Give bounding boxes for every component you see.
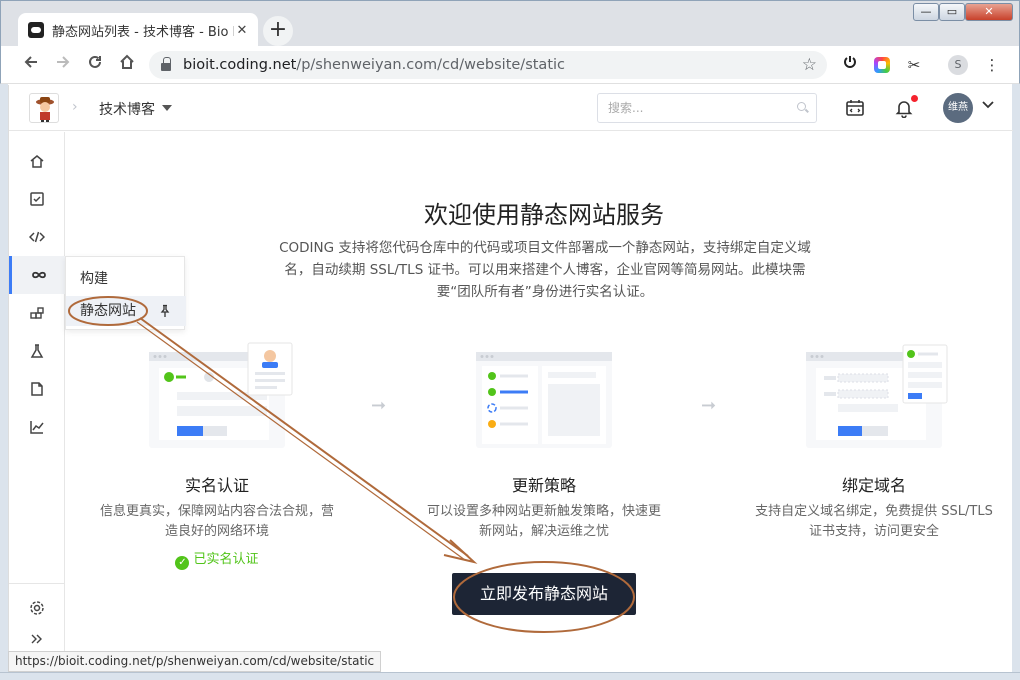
page-description: CODING 支持将您代码仓库中的代码或项目文件部署成一个静态网站，支持绑定自定… bbox=[279, 240, 811, 300]
feature-card-update-strategy: 更新策略 可以设置多种网站更新触发策略，快速更新网站，解决运维之忧 bbox=[424, 350, 664, 542]
cubes-icon bbox=[30, 307, 44, 319]
check-circle-icon: ✓ bbox=[175, 556, 190, 570]
flyout-item-static-website[interactable]: 静态网站 bbox=[66, 296, 186, 326]
sidebar-item-cd[interactable] bbox=[9, 256, 65, 294]
feature-card-verification: 实名认证 信息更真实，保障网站内容合法合规，营造良好的网络环境 ✓ 已实名认证 bbox=[97, 342, 337, 570]
chevron-down-icon[interactable] bbox=[981, 97, 995, 115]
forward-arrow-icon[interactable] bbox=[51, 53, 75, 77]
color-picker-extension-icon[interactable] bbox=[874, 57, 890, 73]
arrow-right-icon: ➞ bbox=[701, 395, 717, 416]
verified-status: ✓ 已实名认证 bbox=[97, 548, 337, 570]
verified-label: 已实名认证 bbox=[193, 552, 259, 567]
home-nav-icon bbox=[30, 155, 44, 168]
browser-tab[interactable]: 静态网站列表 - 技术博客 - Bio IT ✕ bbox=[18, 13, 258, 47]
power-extension-icon[interactable] bbox=[839, 54, 861, 76]
card-description: 信息更真实，保障网站内容合法合规，营造良好的网络环境 bbox=[99, 504, 334, 539]
search-icon bbox=[797, 102, 806, 111]
arrow-right-icon: ➞ bbox=[371, 395, 387, 416]
document-icon bbox=[31, 382, 43, 396]
feature-card-bind-domain: 绑定域名 支持自定义域名绑定，免费提供 SSL/TLS证书支持，访问更安全 bbox=[754, 344, 994, 542]
project-selector[interactable]: 技术博客 bbox=[99, 99, 155, 119]
card-description: 支持自定义域名绑定，免费提供 SSL/TLS证书支持，访问更安全 bbox=[755, 504, 993, 539]
sidebar-item-code[interactable] bbox=[9, 218, 65, 256]
lock-icon bbox=[161, 57, 171, 71]
window-close-button[interactable]: ✕ bbox=[965, 3, 1013, 21]
window-frame-left bbox=[0, 84, 8, 672]
card-description: 可以设置多种网站更新触发策略，快速更新网站，解决运维之忧 bbox=[426, 504, 661, 539]
infinity-icon bbox=[31, 271, 46, 279]
code-icon bbox=[29, 231, 45, 243]
gear-icon bbox=[30, 601, 44, 615]
browser-menu-icon[interactable]: ⋮ bbox=[981, 54, 1003, 76]
bell-icon[interactable] bbox=[894, 98, 914, 119]
sidebar-item-artifacts[interactable] bbox=[9, 294, 65, 332]
card-title: 绑定域名 bbox=[841, 476, 906, 495]
sidebar-item-settings[interactable] bbox=[9, 589, 65, 627]
verification-illustration bbox=[147, 342, 293, 450]
left-sidebar bbox=[9, 132, 65, 671]
bookmark-star-icon[interactable]: ☆ bbox=[802, 55, 817, 75]
checkbox-icon bbox=[30, 192, 44, 206]
reload-icon[interactable] bbox=[83, 53, 107, 77]
calendar-icon[interactable] bbox=[845, 98, 865, 118]
browser-toolbar: bioit.coding.net/p/shenweiyan.com/cd/web… bbox=[0, 46, 1020, 84]
window-minimize-button[interactable]: — bbox=[913, 3, 939, 21]
flyout-item-label: 静态网站 bbox=[80, 303, 136, 319]
sidebar-item-docs[interactable] bbox=[9, 370, 65, 408]
profile-avatar[interactable]: S bbox=[948, 55, 968, 75]
update-strategy-illustration bbox=[474, 350, 614, 450]
flask-icon bbox=[30, 344, 44, 358]
cd-flyout-menu: 构建 静态网站 bbox=[65, 256, 186, 330]
browser-titlebar: 静态网站列表 - 技术博客 - Bio IT ✕ + — ▭ ✕ bbox=[0, 0, 1020, 47]
new-tab-button[interactable]: + bbox=[263, 16, 293, 46]
flyout-item-build[interactable]: 构建 bbox=[66, 264, 186, 294]
notification-dot bbox=[911, 95, 918, 102]
sidebar-item-home[interactable] bbox=[9, 142, 65, 180]
address-url: bioit.coding.net/p/shenweiyan.com/cd/web… bbox=[183, 57, 566, 73]
tab-close-icon[interactable]: ✕ bbox=[234, 23, 250, 38]
status-bar-url: https://bioit.coding.net/p/shenweiyan.co… bbox=[8, 651, 382, 672]
coding-app: › 技术博客 搜索... 维燕 构建 静态网站 欢迎使用静态网站服务 CODIN… bbox=[8, 85, 1013, 671]
search-input[interactable]: 搜索... bbox=[597, 93, 817, 123]
search-placeholder: 搜索... bbox=[608, 101, 644, 115]
pin-icon[interactable] bbox=[158, 304, 172, 318]
page-title: 欢迎使用静态网站服务 bbox=[424, 201, 664, 229]
card-title: 实名认证 bbox=[184, 476, 249, 495]
tab-title: 静态网站列表 - 技术博客 - Bio IT bbox=[52, 24, 234, 40]
caret-down-icon[interactable] bbox=[162, 105, 172, 111]
sidebar-item-testing[interactable] bbox=[9, 332, 65, 370]
sidebar-item-stats[interactable] bbox=[9, 408, 65, 446]
address-bar[interactable]: bioit.coding.net/p/shenweiyan.com/cd/web… bbox=[149, 51, 827, 79]
breadcrumb-separator-icon: › bbox=[72, 99, 78, 115]
user-avatar[interactable]: 维燕 bbox=[943, 93, 973, 123]
sidebar-expand-icon[interactable] bbox=[9, 629, 65, 649]
window-frame-bottom bbox=[0, 672, 1020, 680]
project-mascot-logo[interactable] bbox=[29, 93, 59, 123]
app-header: › 技术博客 搜索... 维燕 bbox=[9, 85, 1013, 131]
window-frame-right bbox=[1012, 84, 1020, 672]
line-chart-icon bbox=[30, 421, 44, 434]
scissors-extension-icon[interactable]: ✂ bbox=[903, 54, 925, 76]
publish-static-site-button[interactable]: 立即发布静态网站 bbox=[452, 573, 636, 615]
bind-domain-illustration bbox=[804, 344, 948, 450]
back-arrow-icon[interactable] bbox=[19, 53, 43, 77]
sidebar-item-tasks[interactable] bbox=[9, 180, 65, 218]
home-icon[interactable] bbox=[115, 53, 139, 77]
sidebar-divider bbox=[9, 583, 65, 584]
card-title: 更新策略 bbox=[511, 476, 576, 495]
coding-favicon-icon bbox=[28, 22, 44, 38]
window-maximize-button[interactable]: ▭ bbox=[939, 3, 965, 21]
